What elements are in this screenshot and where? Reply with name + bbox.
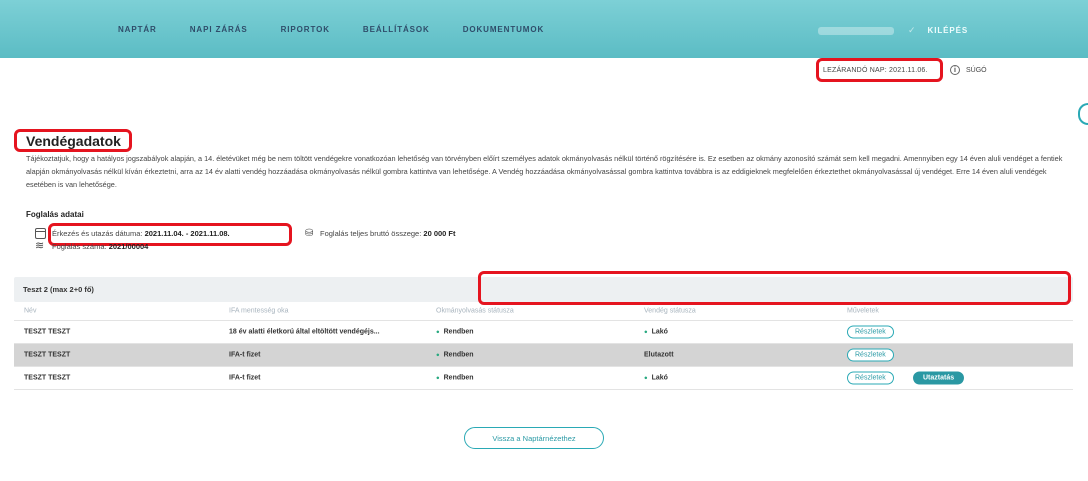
- ifa-reason: IFA-t fizet: [229, 351, 261, 359]
- check-icon: ✓: [908, 25, 916, 35]
- money-icon: ⛁: [305, 228, 314, 239]
- info-icon[interactable]: i: [950, 65, 960, 75]
- room-title: Teszt 2 (max 2+0 fő): [23, 285, 94, 294]
- nav-reports[interactable]: RIPORTOK: [281, 25, 330, 34]
- nav-settings[interactable]: BEÁLLÍTÁSOK: [363, 25, 430, 34]
- details-button[interactable]: Részletek: [847, 371, 894, 385]
- booking-number-label: Foglalás száma:: [52, 242, 107, 251]
- booking-total: Foglalás teljes bruttó összege: 20 000 F…: [320, 229, 456, 238]
- ifa-reason: 18 év alatti életkorú által eltöltött ve…: [229, 328, 380, 336]
- checkout-button[interactable]: Utaztatás: [913, 371, 965, 385]
- highlight-title: [14, 129, 132, 152]
- help-link[interactable]: SÚGÓ: [966, 67, 987, 74]
- guest-name: TESZT TESZT: [24, 328, 71, 336]
- guest-table: Név IFA mentesség oka Okmányolvasás stát…: [14, 302, 1073, 390]
- nav-calendar[interactable]: NAPTÁR: [118, 25, 157, 34]
- layers-icon: ≋: [35, 240, 45, 252]
- headset-icon[interactable]: [1078, 103, 1088, 125]
- highlight-room-bar: [478, 271, 1071, 305]
- booking-heading: Foglalás adatai: [26, 210, 84, 219]
- col-doc-status: Okmányolvasás státusza: [436, 307, 514, 315]
- back-to-calendar-button[interactable]: Vissza a Naptárnézethez: [464, 427, 604, 449]
- calendar-icon: [35, 228, 46, 239]
- booking-number-value: 2021/00004: [108, 242, 149, 251]
- top-navigation-bar: NAPTÁR NAPI ZÁRÁS RIPORTOK BEÁLLÍTÁSOK D…: [0, 0, 1088, 58]
- col-guest-status: Vendég státusza: [644, 307, 696, 315]
- table-row: TESZT TESZT IFA-t fizet Rendben Elutazot…: [14, 344, 1073, 367]
- table-header: Név IFA mentesség oka Okmányolvasás stát…: [14, 302, 1073, 321]
- nav-daily-closing[interactable]: NAPI ZÁRÁS: [190, 25, 248, 34]
- details-button[interactable]: Részletek: [847, 348, 894, 362]
- col-name: Név: [24, 307, 37, 315]
- blurred-username: [818, 26, 894, 35]
- guest-status: Lakó: [644, 329, 668, 336]
- highlight-closing-day: [816, 58, 943, 82]
- guest-name: TESZT TESZT: [24, 351, 71, 359]
- main-nav: NAPTÁR NAPI ZÁRÁS RIPORTOK BEÁLLÍTÁSOK D…: [118, 25, 577, 34]
- ifa-reason: IFA-t fizet: [229, 374, 261, 382]
- doc-status: Rendben: [436, 352, 474, 359]
- guest-status: Lakó: [644, 375, 668, 382]
- col-ifa: IFA mentesség oka: [229, 307, 289, 315]
- intro-text: Tájékoztatjuk, hogy a hatályos jogszabál…: [26, 154, 1063, 189]
- booking-number: Foglalás száma: 2021/00004: [52, 242, 148, 251]
- col-actions: Műveletek: [847, 307, 879, 315]
- doc-status: Rendben: [436, 329, 474, 336]
- user-area: ✓ KILÉPÉS: [818, 25, 968, 36]
- doc-status: Rendben: [436, 375, 474, 382]
- guest-name: TESZT TESZT: [24, 374, 71, 382]
- details-button[interactable]: Részletek: [847, 325, 894, 339]
- total-label: Foglalás teljes bruttó összege:: [320, 229, 422, 238]
- table-row: TESZT TESZT 18 év alatti életkorú által …: [14, 321, 1073, 344]
- guest-status: Elutazott: [644, 351, 674, 359]
- nav-documents[interactable]: DOKUMENTUMOK: [463, 25, 544, 34]
- table-row: TESZT TESZT IFA-t fizet Rendben Lakó Rés…: [14, 367, 1073, 390]
- logout-link[interactable]: KILÉPÉS: [928, 26, 969, 35]
- total-value: 20 000 Ft: [423, 229, 456, 238]
